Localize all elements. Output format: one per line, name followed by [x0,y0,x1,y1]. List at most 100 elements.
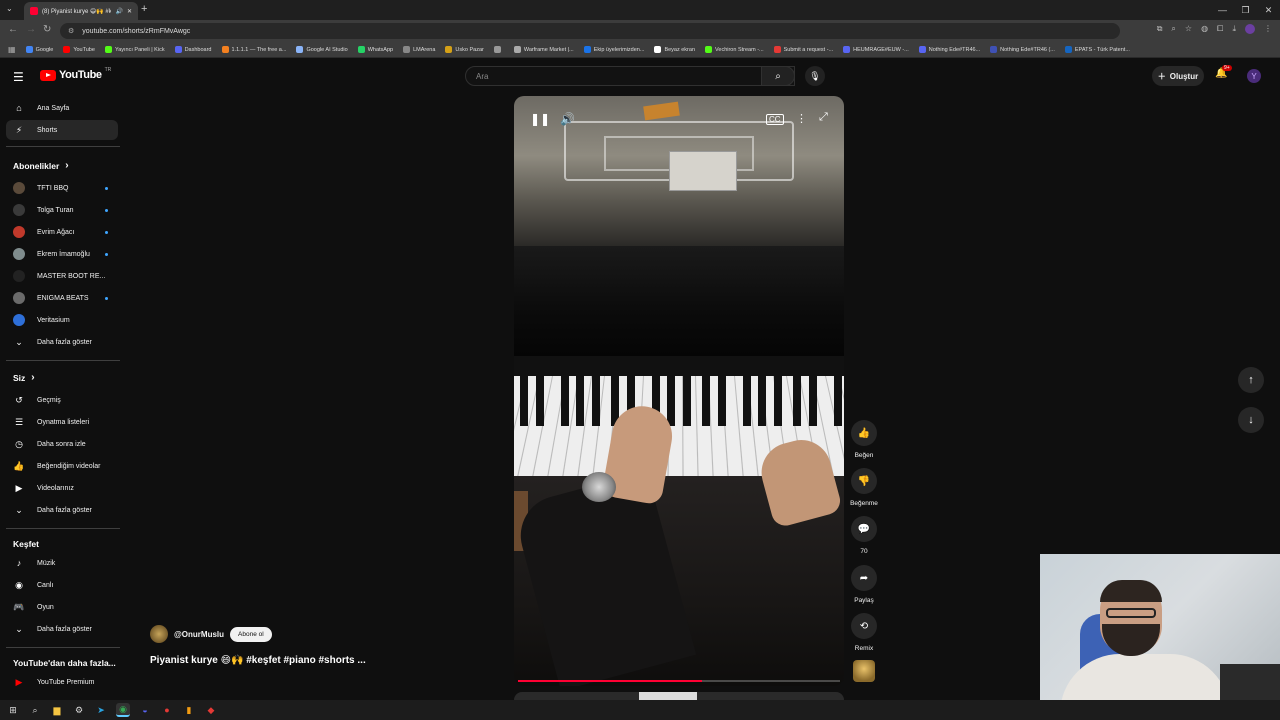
comments-action[interactable]: 💬 70 [851,516,877,555]
bookmark-item[interactable]: EPATS - Türk Patent... [1064,46,1130,53]
windows-start-icon[interactable]: ⊞ [6,703,20,717]
bookmark-item[interactable]: Warframe Market |... [513,46,574,53]
bookmark-item[interactable]: Usko Pazar [445,46,484,53]
sidebar-item-explore[interactable]: ♪ Müzik [6,553,118,573]
video-progress-bar[interactable] [518,680,840,682]
download-icon[interactable]: ⤓ [1232,24,1236,34]
bookmark-item[interactable]: YouTube [63,46,95,53]
sidebar-item-you[interactable]: ☰ Oynatma listeleri [6,412,118,432]
minimize-button[interactable]: — [1211,5,1234,15]
more-options-icon[interactable]: ⋮ [796,112,807,125]
create-button[interactable]: ＋ Oluştur [1152,66,1204,86]
bookmark-item[interactable]: 1.1.1.1 — The free a... [221,46,286,53]
sidebar-item-home[interactable]: ⌂ Ana Sayfa [6,98,118,118]
show-more-explore[interactable]: ⌄ Daha fazla göster [6,619,118,639]
sidebar-item-shorts[interactable]: ⚡ Shorts [6,120,118,140]
subscription-item[interactable]: TFTI BBQ [6,178,118,198]
close-window-button[interactable]: ✕ [1257,5,1280,16]
bookmark-item[interactable]: Ekip üyelerimizden... [583,46,644,53]
search-button[interactable]: ⌕ [761,66,795,86]
sidebar-item-you[interactable]: ◷ Daha sonra izle [6,434,118,454]
discord-icon[interactable]: ◒ [138,703,152,717]
bookmark-item[interactable]: Google AI Studio [296,46,348,53]
captions-icon[interactable]: CC [766,114,784,125]
shorts-player[interactable]: ❚❚ 🔊 CC ⋮ ⤢ [514,96,844,686]
browser-tab-active[interactable]: (8) Piyanist kurye 😄🙌 #k... 🔊 ✕ [24,2,138,20]
voice-search-button[interactable]: 🎙 [805,66,825,86]
subscription-item[interactable]: MASTER BOOT RE... [6,266,118,286]
fullscreen-icon[interactable]: ⤢ [819,111,828,124]
notifications-button[interactable]: 🔔 9+ [1215,65,1232,79]
tab-audio-icon[interactable]: 🔊 [115,8,122,15]
extensions-puzzle-icon[interactable]: ⧠ [1217,24,1223,34]
tab-close-icon[interactable]: ✕ [127,8,132,15]
bookmark-item[interactable]: Nothing Ede#TR46... [918,46,980,53]
site-info-icon[interactable]: ⚙ [68,27,74,35]
show-more-subscriptions[interactable]: ⌄ Daha fazla göster [6,332,118,352]
browser-menu-icon[interactable]: ⋮ [1264,24,1272,34]
bookmark-star-icon[interactable]: ☆ [1185,24,1192,34]
previous-short-button[interactable]: ↑ [1238,367,1264,393]
bookmark-item[interactable]: Submit a request -... [773,46,833,53]
bookmark-item[interactable]: LMArena [403,46,435,53]
install-app-icon[interactable]: ⧉ [1157,24,1163,34]
bookmark-item[interactable]: Vechiron Stream -... [705,46,764,53]
restore-button[interactable]: ❐ [1234,5,1257,16]
sidebar-item-you[interactable]: 👍 Beğendiğim videolar [6,456,118,476]
bookmark-item[interactable]: HEUMRAGE#EUW -... [843,46,909,53]
apps-grid-icon[interactable]: ▦ [8,45,16,54]
channel-avatar[interactable] [150,625,168,643]
search-input[interactable]: Ara [465,66,795,86]
reload-icon[interactable]: ↻ [43,24,51,35]
profile-avatar[interactable] [1245,24,1255,34]
subscription-item[interactable]: Veritasium [6,310,118,330]
short-title[interactable]: Piyanist kurye 😄🙌 #keşfet #piano #shorts… [150,655,366,666]
bookmark-item[interactable]: Yayıncı Paneli | Kick [104,46,165,53]
file-explorer-icon[interactable]: ▆ [50,703,64,717]
remix-action[interactable]: ⟲ Remix [851,613,877,652]
subscription-item[interactable]: Ekrem İmamoğlu [6,244,118,264]
show-more-you[interactable]: ⌄ Daha fazla göster [6,500,118,520]
address-bar[interactable]: ⚙ youtube.com/shorts/zRmFMvAwgc [60,23,1120,39]
subscribe-button[interactable]: Abone ol [230,626,272,642]
channel-name[interactable]: @OnurMuslu [174,630,224,639]
forward-arrow-icon[interactable]: → [26,24,36,35]
taskbar-search-icon[interactable]: ⌕ [28,703,42,717]
zoom-icon[interactable]: ⌕ [1171,24,1175,34]
subscription-item[interactable]: ENIGMA BEATS [6,288,118,308]
tab-search-icon[interactable]: ⌄ [6,4,13,13]
next-short-button[interactable]: ↓ [1238,407,1264,433]
audio-source-action[interactable] [851,660,877,682]
account-avatar[interactable]: Y [1247,69,1261,83]
dislike-action[interactable]: 👎 Beğenme [850,468,878,507]
bookmark-item[interactable]: Beyaz ekran [654,46,695,53]
menu-icon[interactable]: ☰ [13,70,24,84]
subscription-item[interactable]: Evrim Ağacı [6,222,118,242]
sidebar-item-explore[interactable]: ◉ Canlı [6,575,118,595]
chrome-icon[interactable]: ◉ [116,703,130,717]
streaming-app-icon[interactable]: ▮ [182,703,196,717]
settings-app-icon[interactable]: ⚙ [72,703,86,717]
pause-icon[interactable]: ❚❚ [530,112,550,126]
volume-icon[interactable]: 🔊 [560,112,575,126]
sidebar-item-explore[interactable]: 🎮 Oyun [6,597,118,617]
youtube-logo[interactable]: YouTube TR [40,67,111,81]
new-tab-button[interactable]: + [141,3,147,15]
bookmark-item[interactable]: Google [25,46,53,53]
extension-icon[interactable]: ◍ [1201,24,1208,34]
subscriptions-heading[interactable]: Abonelikler › [13,160,69,171]
sidebar-item-you[interactable]: ↺ Geçmiş [6,390,118,410]
you-heading[interactable]: Siz › [13,372,35,383]
next-short-preview[interactable] [514,692,844,700]
subscription-item[interactable]: Tolga Turan [6,200,118,220]
record-app-icon[interactable]: ● [160,703,174,717]
sidebar-item-premium[interactable]: ▶ YouTube Premium [6,672,118,692]
back-arrow-icon[interactable]: ← [8,24,18,35]
bookmark-item[interactable]: WhatsApp [357,46,393,53]
sidebar-item-you[interactable]: ▶ Videolarınız [6,478,118,498]
bookmark-item[interactable]: Nothing Ede#TR46 (... [990,46,1055,53]
share-action[interactable]: ➦ Paylaş [851,565,877,604]
bookmark-item[interactable]: Dashboard [174,46,212,53]
telegram-icon[interactable]: ➤ [94,703,108,717]
like-action[interactable]: 👍 Beğen [851,420,877,459]
